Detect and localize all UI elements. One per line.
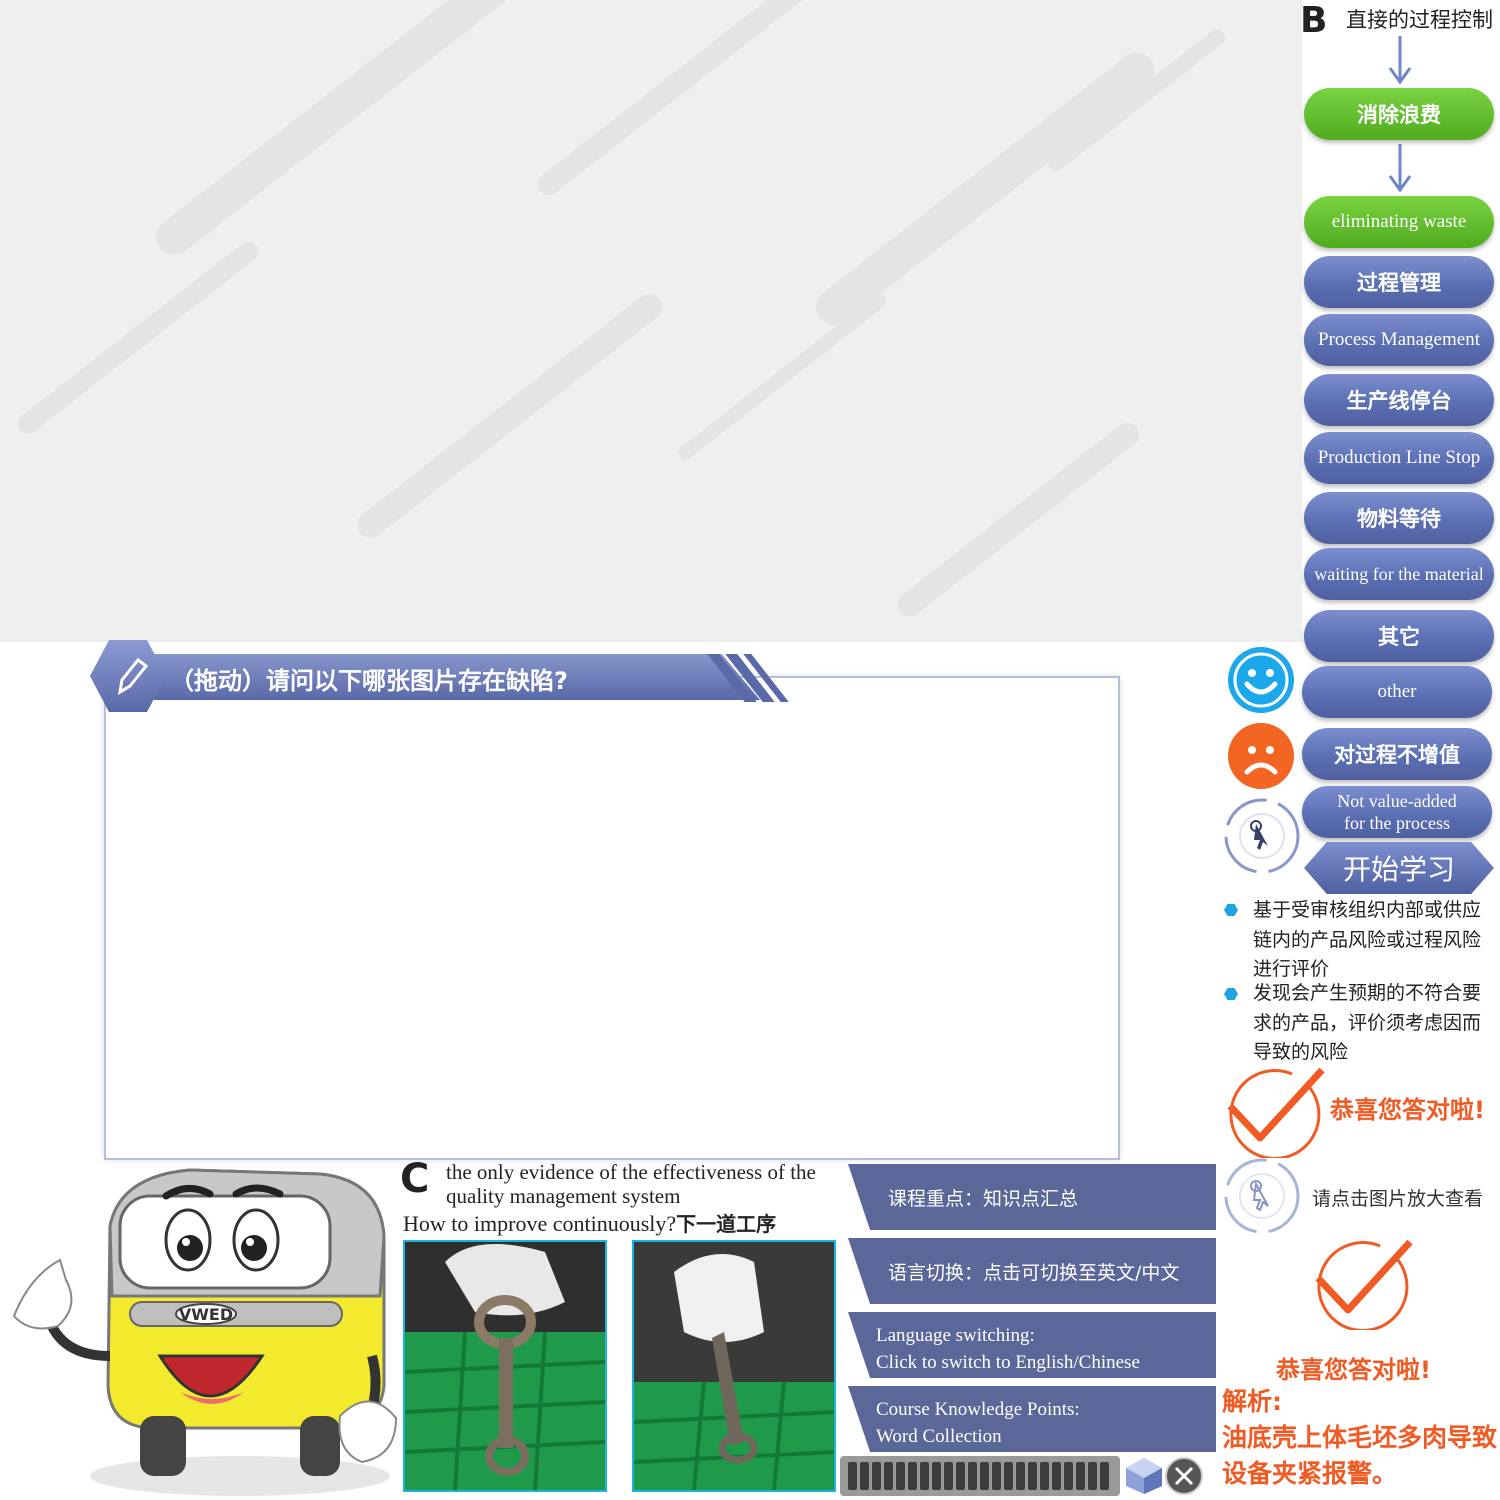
progress-segment — [980, 1462, 989, 1490]
language-switch-cn-button[interactable]: 语言切换：点击可切换至英文/中文 — [848, 1238, 1216, 1304]
option-material-wait-cn[interactable]: 物料等待 — [1304, 492, 1494, 544]
progress-segment — [1040, 1462, 1049, 1490]
cube-icon[interactable] — [1124, 1456, 1164, 1496]
progress-segment — [1016, 1462, 1025, 1490]
progress-segment — [1064, 1462, 1073, 1490]
success-message: 恭喜您答对啦! — [1330, 1096, 1485, 1124]
progress-segment — [944, 1462, 953, 1490]
checkmark-icon — [1315, 1239, 1413, 1330]
progress-segment — [920, 1462, 929, 1490]
progress-segment — [1088, 1462, 1097, 1490]
bullet-text-1: 基于受审核组织内部或供应 链内的产品风险或过程风险 进行评价 — [1253, 899, 1482, 980]
progress-segment — [884, 1462, 893, 1490]
progress-segment — [992, 1462, 1001, 1490]
cursor-click-icon[interactable] — [1222, 796, 1302, 876]
course-focus-button[interactable]: 课程重点：知识点汇总 — [848, 1164, 1216, 1230]
success-message: 恭喜您答对啦! — [1276, 1356, 1431, 1384]
progress-segment — [968, 1462, 977, 1490]
bullet-icon — [1224, 988, 1238, 1000]
sad-face-icon[interactable] — [1227, 722, 1295, 790]
bus-mascot: VWED — [12, 1168, 398, 1496]
option-process-management-en[interactable]: Process Management — [1304, 314, 1494, 366]
option-not-value-added-en[interactable]: Not value-added for the process — [1302, 786, 1492, 838]
arrow-down-icon — [1388, 144, 1412, 193]
progress-segment — [1028, 1462, 1037, 1490]
progress-segment — [1004, 1462, 1013, 1490]
arrow-down-icon — [1388, 36, 1412, 85]
top-background — [0, 0, 1302, 642]
progress-segment — [848, 1462, 857, 1490]
question-drop-area[interactable] — [104, 676, 1120, 1160]
progress-segment — [1076, 1462, 1085, 1490]
connecting-rod-photo-2[interactable] — [632, 1240, 836, 1492]
smiley-face-icon[interactable] — [1227, 646, 1295, 714]
option-line-stop-en[interactable]: Production Line Stop — [1304, 432, 1494, 484]
bullet-icon — [1224, 904, 1238, 916]
process-flow-title: 直接的过程控制 — [1346, 8, 1493, 32]
zoom-hint: 请点击图片放大查看 — [1312, 1188, 1484, 1210]
option-other-cn[interactable]: 其它 — [1304, 610, 1494, 662]
option-eliminate-waste-en[interactable]: eliminating waste — [1304, 196, 1494, 248]
progress-segment — [896, 1462, 905, 1490]
question-text: （拖动）请问以下哪张图片存在缺陷? — [170, 667, 568, 695]
progress-segment — [908, 1462, 917, 1490]
improvement-question: How to improve continuously?下一道工序 — [403, 1211, 777, 1236]
option-eliminate-waste-cn[interactable]: 消除浪费 — [1304, 88, 1494, 140]
definition-text: the only evidence of the effectiveness o… — [446, 1160, 816, 1208]
language-switch-en-button[interactable]: Language switching: Click to switch to E… — [848, 1312, 1216, 1378]
option-line-stop-cn[interactable]: 生产线停台 — [1304, 374, 1494, 426]
option-not-value-added-cn[interactable]: 对过程不增值 — [1302, 728, 1492, 780]
knowledge-points-button[interactable]: Course Knowledge Points: Word Collection — [848, 1386, 1216, 1452]
progress-segment — [872, 1462, 881, 1490]
progress-segment — [932, 1462, 941, 1490]
section-c-marker: C — [400, 1156, 430, 1202]
analysis-text: 解析: 油底壳上体毛坯多肉导致 设备夹紧报警。 — [1222, 1387, 1498, 1488]
start-learning-button[interactable]: 开始学习 — [1304, 842, 1494, 894]
connecting-rod-photo-1[interactable] — [403, 1240, 607, 1492]
progress-segment — [956, 1462, 965, 1490]
mascot-badge: VWED — [179, 1305, 233, 1324]
zoom-pointer-icon[interactable] — [1222, 1156, 1302, 1236]
section-b-marker: B — [1300, 0, 1328, 41]
option-material-wait-en[interactable]: waiting for the material — [1304, 548, 1494, 600]
option-other-en[interactable]: other — [1302, 666, 1492, 718]
progress-segment — [1052, 1462, 1061, 1490]
progress-segment — [1100, 1462, 1109, 1490]
checkmark-icon — [1227, 1067, 1325, 1158]
option-process-management-cn[interactable]: 过程管理 — [1304, 256, 1494, 308]
progress-bar[interactable] — [840, 1456, 1120, 1496]
progress-segment — [860, 1462, 869, 1490]
bullet-text-2: 发现会产生预期的不符合要 求的产品，评价须考虑因而 导致的风险 — [1253, 982, 1482, 1063]
close-icon[interactable] — [1164, 1456, 1204, 1496]
